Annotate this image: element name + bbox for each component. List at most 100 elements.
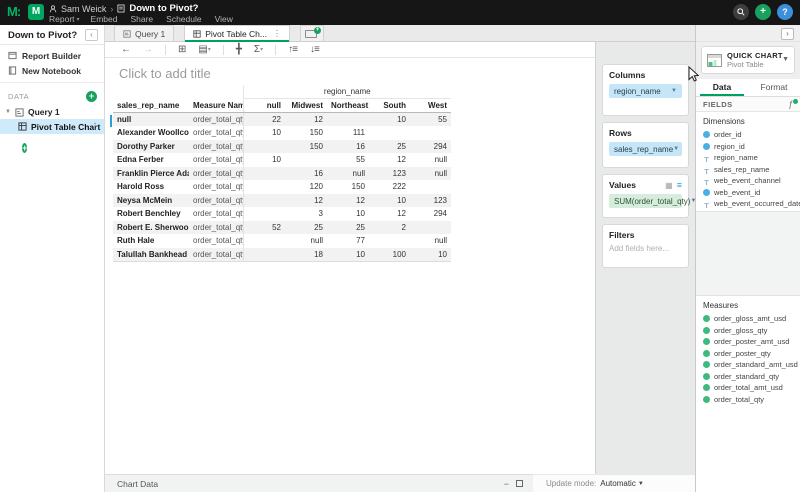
column-header: West [410,99,451,113]
tab-menu-icon[interactable]: ⋮ [273,29,281,38]
tab-pivot-table-chart[interactable]: Pivot Table Ch... ⋮ [184,25,290,41]
field-type-icon [703,189,710,196]
tab-data[interactable]: Data [696,79,748,96]
left-sidebar: Down to Pivot? ‹ Report Builder New Note… [0,25,105,492]
chart-title-placeholder[interactable]: Click to add title [119,66,211,81]
measure-field[interactable]: order_gloss_qty [703,325,793,337]
plus-icon: + [314,27,321,34]
measure-field[interactable]: order_poster_qty [703,348,793,360]
dimension-field[interactable]: web_event_occurred_date [703,198,793,210]
item-menu-icon[interactable]: ⋮ [91,122,99,131]
user-icon [49,5,57,13]
menu-item[interactable]: Schedule [166,14,203,24]
toolbar-icon[interactable] [165,45,166,55]
aggregate-icon[interactable]: Σ▾ [254,43,263,57]
menu-item[interactable]: Share [130,14,155,24]
update-mode-label: Update mode: [546,479,596,488]
tab-query-1[interactable]: Query 1 [114,25,174,41]
sort-asc-icon[interactable]: ↑≡ [288,43,298,57]
measure-field-icon [703,350,710,357]
sidebar-item-report-builder[interactable]: Report Builder [0,48,104,63]
measure-field-icon [703,396,710,403]
rows-shelf-title: Rows [609,128,632,138]
transpose-icon[interactable]: ╋ [236,43,242,57]
rows-shelf: Rows sales_rep_name▼ [602,122,689,168]
expand-icon[interactable] [516,480,523,487]
toolbar-icon[interactable] [223,45,224,55]
collapse-sidebar-button[interactable]: ‹ [85,29,98,41]
menu-item[interactable]: View [215,14,235,24]
user-name[interactable]: Sam Weick [61,4,106,14]
notebook-icon [8,66,17,75]
quick-chart-subtitle: Pivot Table [727,60,783,69]
export-image-icon[interactable]: ▤▾ [198,43,210,57]
chart-type-selector[interactable]: QUICK CHART Pivot Table ▼ [701,46,795,74]
measure-field-icon [703,338,710,345]
pill-caret-icon[interactable]: ▼ [673,146,679,152]
field-type-icon [703,143,710,150]
field-type-icon [703,177,710,184]
chevron-down-icon[interactable]: ▼ [782,56,789,63]
report-builder-icon [8,51,17,60]
dimension-field[interactable]: web_event_channel [703,175,793,187]
measure-field[interactable]: order_gloss_amt_usd [703,313,793,325]
field-pill[interactable]: sales_rep_name▼ [609,142,682,156]
dimension-field[interactable]: sales_rep_name [703,164,793,176]
pivot-chart-icon [18,122,27,131]
chart-tab-icon [193,30,201,38]
toolbar-icon[interactable] [275,45,276,55]
table-row: Alexander Woollcott order_total_qty 10 1… [113,126,451,140]
columns-shelf: Columns region_name▼ [602,64,689,116]
chart-data-bar[interactable]: Chart Data − [105,474,533,492]
tab-format[interactable]: Format [748,79,800,96]
undo-icon[interactable]: ← [121,43,131,57]
report-icon [117,4,125,13]
measure-field[interactable]: order_poster_amt_usd [703,336,793,348]
formula-icon[interactable]: ƒ [788,99,793,109]
chevron-down-icon[interactable]: ▼ [5,109,11,115]
sidebar-item-query-1[interactable]: ▼ Query 1 [0,105,104,119]
measure-field[interactable]: order_standard_qty [703,371,793,383]
mode-logo: M: [7,4,20,19]
sort-desc-icon[interactable]: ↓≡ [310,43,320,57]
measure-field-icon [703,384,710,391]
value-pill[interactable]: SUM(order_total_qty)▼ [609,194,682,208]
table-row: Neysa McMein order_total_qty 12 12 10 12… [113,194,451,208]
sidebar-title: Down to Pivot? [8,30,77,41]
menu-item[interactable]: Embed [91,14,120,24]
measure-field[interactable]: order_total_amt_usd [703,382,793,394]
measure-field[interactable]: order_total_qty [703,394,793,406]
dimensions-label: Dimensions [703,117,793,126]
column-header: Midwest [285,99,327,113]
update-mode-select[interactable]: Automatic▼ [600,479,644,488]
workspace-avatar[interactable]: M [28,4,44,20]
add-icon[interactable]: + [755,4,771,20]
table-row: Ruth Hale order_total_qty null 77 null [113,234,451,248]
columns-shelf-title: Columns [609,70,645,80]
breadcrumb: Sam Weick › Down to Pivot? [49,3,198,14]
dimension-field[interactable]: order_id [703,129,793,141]
field-pill[interactable]: region_name▼ [609,84,682,98]
add-data-icon[interactable]: + [86,91,97,102]
list-view-icon[interactable]: ≡ [677,180,682,190]
quick-chart-title: QUICK CHART [727,51,783,60]
help-icon[interactable]: ? [777,4,793,20]
measure-field[interactable]: order_standard_amt_usd [703,359,793,371]
collapse-panel-button[interactable]: › [781,28,794,40]
search-icon[interactable] [733,4,749,20]
pill-caret-icon[interactable]: ▼ [671,88,677,94]
filters-shelf[interactable]: Filters Add fields here... [602,224,689,268]
grid-view-icon[interactable]: ▦ [665,181,673,190]
sidebar-item-pivot-table-chart[interactable]: Pivot Table Chart ⋮ [0,119,104,134]
dimension-field[interactable]: region_name [703,152,793,164]
report-title[interactable]: Down to Pivot? [129,3,198,14]
duplicate-icon[interactable]: ⊞ [178,43,186,57]
dimension-field[interactable]: web_event_id [703,187,793,199]
dimension-field[interactable]: region_id [703,141,793,153]
sidebar-item-new-notebook[interactable]: New Notebook [0,63,104,78]
add-chart-icon[interactable]: + [22,143,27,153]
minimize-icon[interactable]: − [504,479,509,489]
new-chart-tab-button[interactable]: + [300,25,324,41]
redo-icon[interactable]: → [143,43,153,57]
menu-item[interactable]: Report▾ [49,14,80,24]
